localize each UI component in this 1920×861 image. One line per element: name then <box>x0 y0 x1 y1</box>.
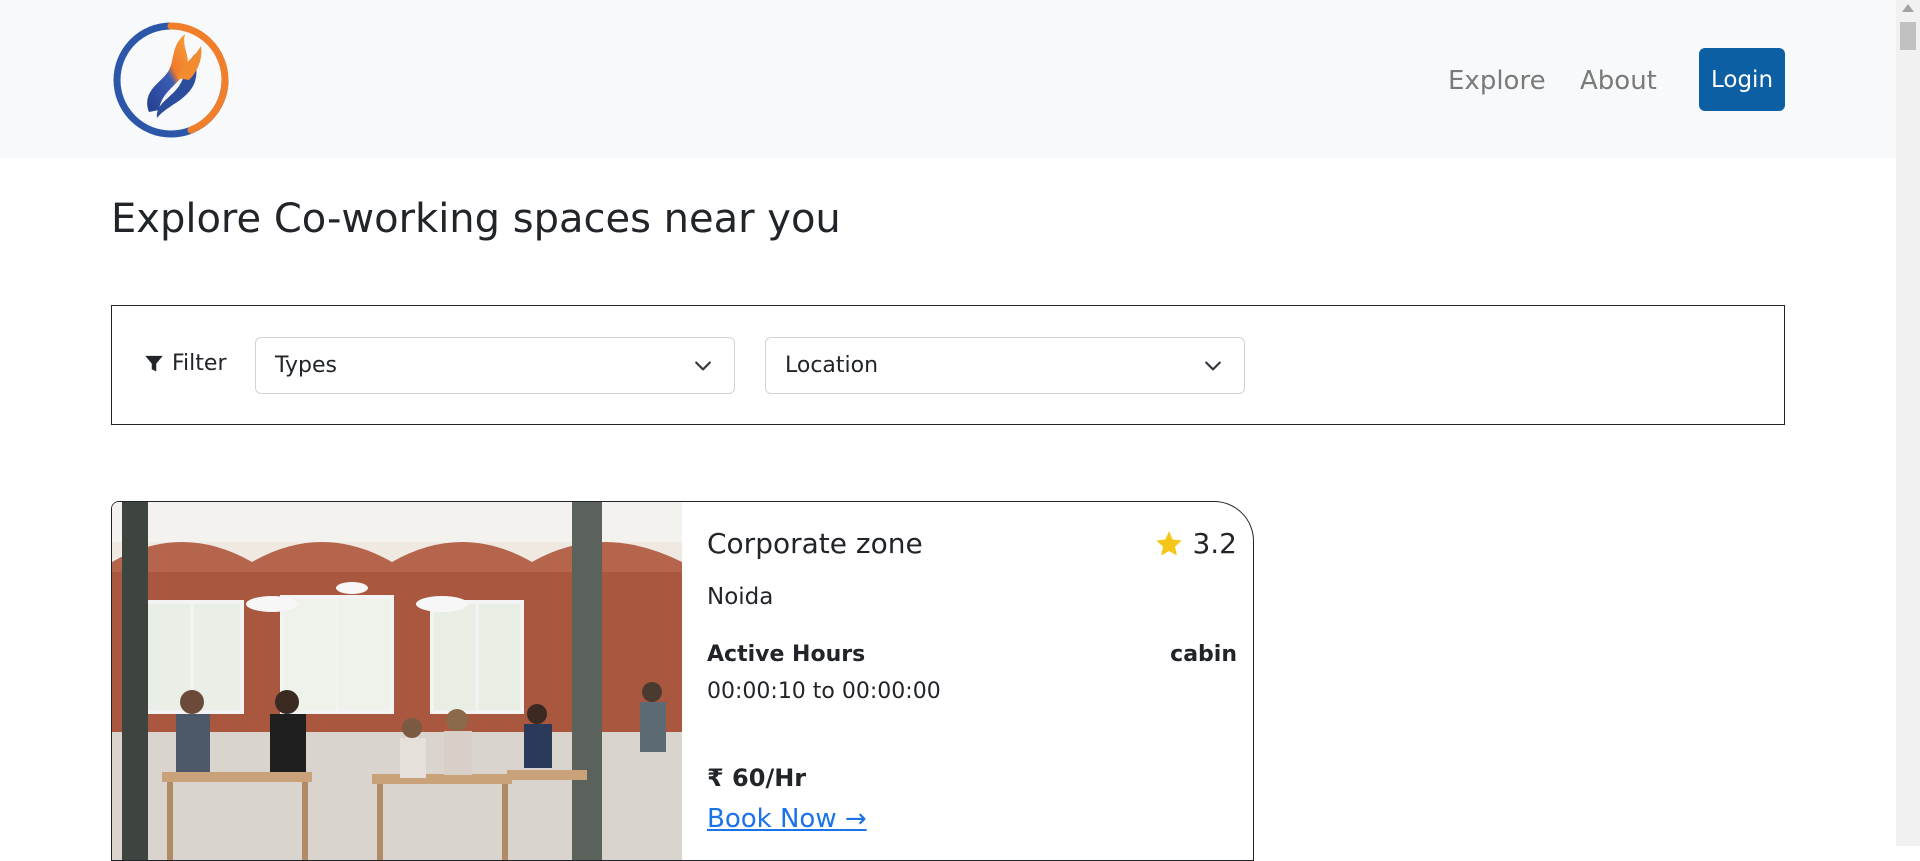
space-type: cabin <box>1170 642 1237 667</box>
brand-logo[interactable] <box>111 20 231 140</box>
listing-city: Noida <box>707 584 774 610</box>
rating-value: 3.2 <box>1192 527 1237 560</box>
location-select[interactable]: Location <box>765 337 1245 394</box>
office-photo <box>112 502 682 860</box>
location-select-value: Location <box>785 353 879 378</box>
types-select[interactable]: Types <box>255 337 735 394</box>
chevron-down-icon <box>695 361 711 371</box>
chevron-down-icon <box>1205 361 1221 371</box>
filter-icon <box>145 355 163 371</box>
active-hours-value: 00:00:10 to 00:00:00 <box>707 679 941 704</box>
scroll-thumb[interactable] <box>1900 22 1916 50</box>
nav-explore-link[interactable]: Explore <box>1448 64 1546 98</box>
listing-card[interactable]: Corporate zone 3.2 Noida Active Hours ca… <box>111 501 1254 861</box>
active-hours-label: Active Hours <box>707 642 866 667</box>
types-select-value: Types <box>275 353 337 378</box>
card-body: Corporate zone 3.2 Noida Active Hours ca… <box>707 502 1237 860</box>
book-now-link[interactable]: Book Now → <box>707 802 867 836</box>
navbar: Explore About Login <box>0 0 1896 158</box>
page-scrollbar[interactable] <box>1896 0 1920 846</box>
page-title: Explore Co-working spaces near you <box>111 196 841 242</box>
rating: 3.2 <box>1154 526 1237 562</box>
scroll-up-icon[interactable] <box>1902 4 1914 12</box>
star-icon <box>1156 531 1183 556</box>
listing-price: ₹ 60/Hr <box>707 764 807 792</box>
filter-bar: Filter Types Location <box>111 305 1785 425</box>
filter-label-group: Filter <box>144 351 226 376</box>
nav-about-link[interactable]: About <box>1580 64 1657 98</box>
listing-title[interactable]: Corporate zone <box>707 526 923 562</box>
arrow-right-icon: → <box>844 804 867 834</box>
filter-label: Filter <box>172 351 227 376</box>
book-now-label: Book Now <box>707 804 845 834</box>
login-button[interactable]: Login <box>1699 48 1785 111</box>
